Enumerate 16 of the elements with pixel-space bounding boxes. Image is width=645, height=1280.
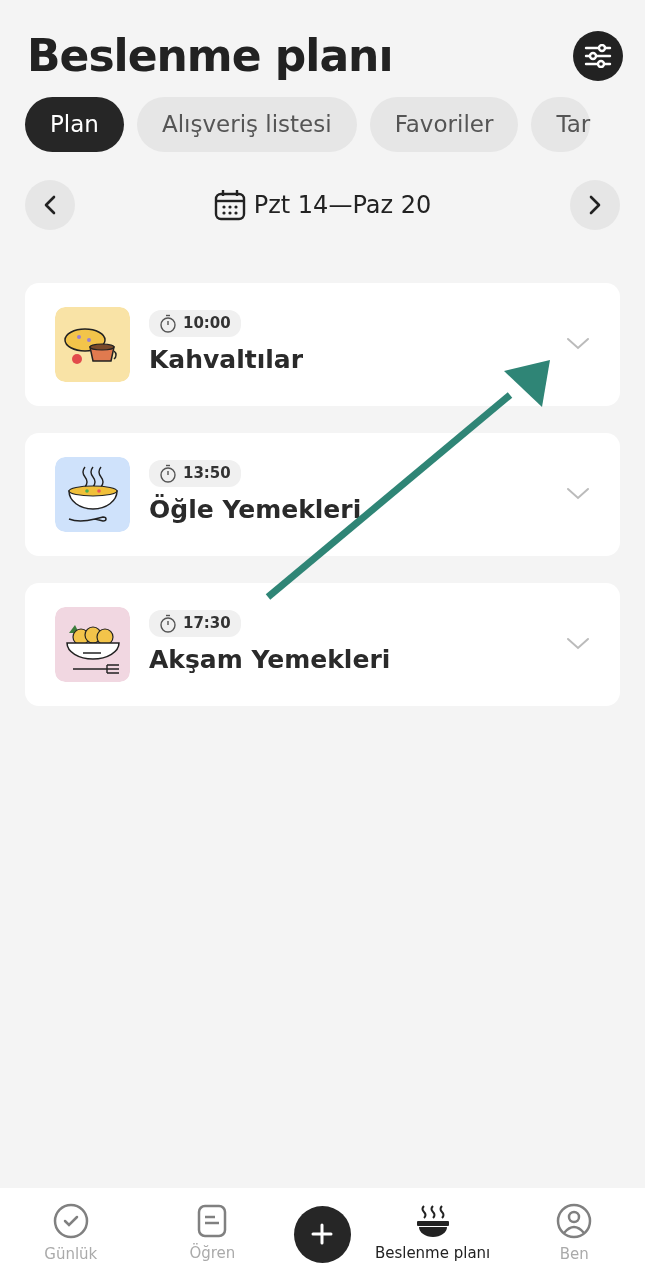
tab[interactable]: Alışveriş listesi [136, 96, 357, 152]
meal-title: Kahvaltılar [149, 343, 304, 376]
meal-title: Akşam Yemekleri [149, 643, 391, 676]
tab[interactable]: Tar [531, 96, 591, 152]
nav-tab[interactable]: Beslenme planı [372, 1203, 493, 1265]
tab[interactable]: Favoriler [369, 96, 519, 152]
meal-card[interactable]: 17:30 Akşam Yemekleri [25, 582, 620, 706]
meal-time-text: 17:30 [183, 613, 231, 635]
week-range: Pzt 14—Paz 20 [253, 189, 432, 221]
meal-card[interactable]: 10:00 Kahvaltılar [25, 282, 620, 406]
meal-card[interactable]: 13:50 Öğle Yemekleri [25, 432, 620, 556]
tab[interactable]: Plan [25, 96, 124, 152]
meal-title: Öğle Yemekleri [149, 493, 362, 526]
meal-time-text: 13:50 [183, 463, 231, 485]
meal-time-text: 10:00 [183, 313, 231, 335]
page-title: Beslenme planı [27, 30, 393, 83]
